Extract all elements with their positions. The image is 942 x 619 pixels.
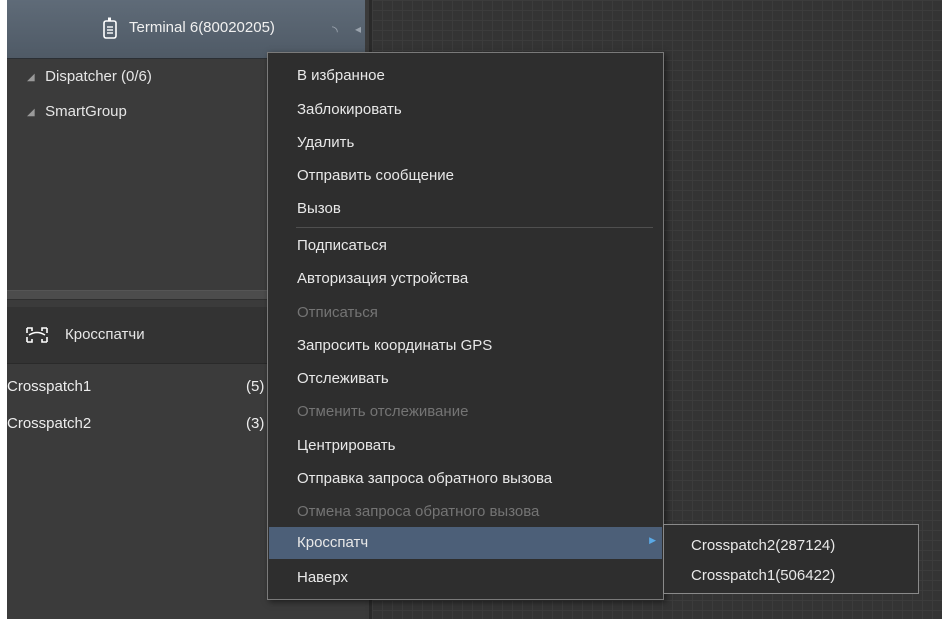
crosspatch-count: (5) xyxy=(246,378,265,395)
menu-item-label: Отправка запроса обратного вызова xyxy=(297,470,553,487)
terminal-title: Terminal 6(80020205) xyxy=(129,19,275,36)
menu-item-label: Отписаться xyxy=(297,304,378,321)
menu-item-block[interactable]: Заблокировать xyxy=(269,94,662,126)
submenu-item-crosspatch2[interactable]: Crosspatch2(287124) xyxy=(691,537,835,554)
submenu-arrow-icon: ▶ xyxy=(649,535,656,545)
crosspatch-panel-title: Кросспатчи xyxy=(65,326,145,343)
radio-icon xyxy=(103,17,117,39)
menu-item-label: Отменить отслеживание xyxy=(297,403,469,420)
triangle-collapse-icon[interactable]: ◢ xyxy=(27,72,41,83)
crosspatch-count: (3) xyxy=(246,415,265,432)
menu-item-request-gps[interactable]: Запросить координаты GPS xyxy=(269,330,662,362)
submenu-item-crosspatch1[interactable]: Crosspatch1(506422) xyxy=(691,567,835,584)
menu-item-label: В избранное xyxy=(297,67,385,84)
menu-item-to-top[interactable]: Наверх xyxy=(269,562,662,594)
crosspatch-name: Crosspatch2 xyxy=(7,415,92,432)
menu-item-subscribe[interactable]: Подписаться xyxy=(269,230,662,262)
crosspatch-submenu: Crosspatch2(287124) Crosspatch1(506422) xyxy=(663,524,919,594)
menu-item-label: Удалить xyxy=(297,134,355,151)
menu-item-cancel-callback-request: Отмена запроса обратного вызова xyxy=(269,496,662,528)
menu-item-center[interactable]: Центрировать xyxy=(269,430,662,462)
menu-item-label: Кросспатч xyxy=(297,534,369,551)
menu-item-label: Подписаться xyxy=(297,237,387,254)
menu-item-authorize-device[interactable]: Авторизация устройства xyxy=(269,263,662,295)
menu-item-unsubscribe: Отписаться xyxy=(269,297,662,329)
menu-item-label: Авторизация устройства xyxy=(297,270,469,287)
menu-item-label: Запросить координаты GPS xyxy=(297,337,493,354)
menu-item-label: Центрировать xyxy=(297,437,396,454)
menu-item-label: Отслеживать xyxy=(297,370,389,387)
menu-item-favorite[interactable]: В избранное xyxy=(269,60,662,92)
terminal-header[interactable]: Terminal 6(80020205) ◝ ◂ xyxy=(7,0,365,59)
menu-item-label: Вызов xyxy=(297,200,341,217)
menu-item-track[interactable]: Отслеживать xyxy=(269,363,662,395)
menu-item-crosspatch[interactable]: Кросспатч ▶ xyxy=(269,527,662,559)
scroll-left-icon[interactable]: ◂ xyxy=(355,22,361,36)
menu-item-label: Заблокировать xyxy=(297,101,402,118)
menu-item-send-callback-request[interactable]: Отправка запроса обратного вызова xyxy=(269,463,662,495)
menu-item-call[interactable]: Вызов xyxy=(269,193,662,225)
menu-separator xyxy=(296,227,653,228)
tree-item-label: Dispatcher (0/6) xyxy=(45,68,152,85)
wifi-signal-icon: ◝ xyxy=(332,23,338,40)
tree-item-label: SmartGroup xyxy=(45,103,127,120)
tree-item-smartgroup[interactable]: ◢ SmartGroup xyxy=(27,103,127,123)
crosspatch-icon xyxy=(26,327,48,343)
menu-item-cancel-tracking: Отменить отслеживание xyxy=(269,396,662,428)
menu-item-label: Отправить сообщение xyxy=(297,167,455,184)
menu-item-label: Отмена запроса обратного вызова xyxy=(297,503,540,520)
triangle-collapse-icon[interactable]: ◢ xyxy=(27,107,41,118)
context-menu: В избранное Заблокировать Удалить Отправ… xyxy=(267,52,664,600)
menu-item-label: Наверх xyxy=(297,569,348,586)
crosspatch-name: Crosspatch1 xyxy=(7,378,92,395)
menu-item-send-message[interactable]: Отправить сообщение xyxy=(269,160,662,192)
tree-item-dispatcher[interactable]: ◢ Dispatcher (0/6) xyxy=(27,68,152,88)
menu-item-delete[interactable]: Удалить xyxy=(269,127,662,159)
